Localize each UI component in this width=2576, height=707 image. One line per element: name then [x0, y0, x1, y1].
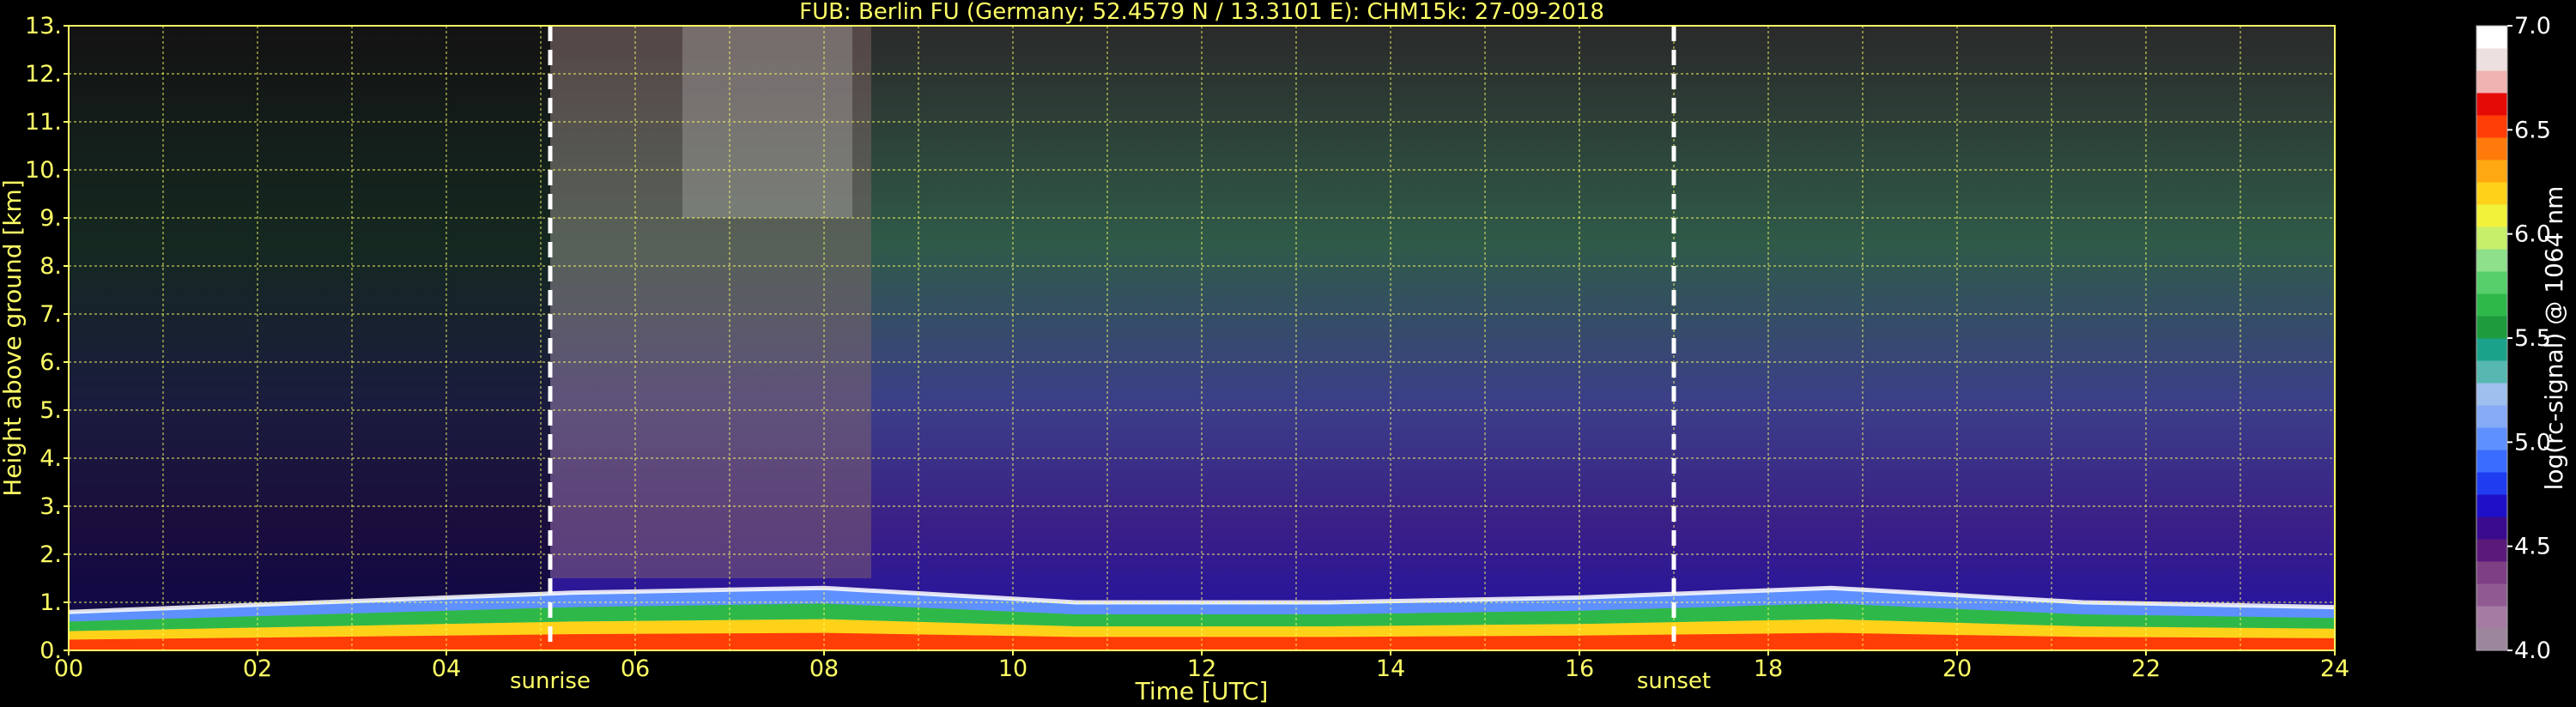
x-tick-label: 18	[1754, 656, 1783, 682]
y-tick-label: 7.	[39, 301, 62, 328]
colorbar-label: log(rc-signal) @ 1064 nm	[2540, 186, 2568, 491]
colorbar-segment	[2476, 383, 2507, 406]
colorbar-segment	[2476, 115, 2507, 138]
colorbar-segment	[2476, 405, 2507, 428]
colorbar-segment	[2476, 204, 2507, 227]
colorbar-segment	[2476, 249, 2507, 272]
x-axis-label: Time [UTC]	[1135, 677, 1269, 705]
colorbar-segment	[2476, 227, 2507, 250]
colorbar-tick-label: 4.5	[2514, 534, 2551, 560]
y-tick-label: 10.	[25, 157, 62, 184]
colorbar-segment	[2476, 450, 2507, 473]
colorbar-segment	[2476, 628, 2507, 651]
colorbar-tick-label: 7.0	[2514, 13, 2551, 39]
colorbar-segment	[2476, 182, 2507, 205]
x-tick-label: 06	[621, 656, 650, 682]
colorbar-segment	[2476, 561, 2507, 584]
colorbar-tick-label: 6.5	[2514, 117, 2551, 143]
y-tick-label: 0.	[39, 638, 62, 664]
colorbar-segment	[2476, 26, 2507, 49]
colorbar-segment	[2476, 494, 2507, 517]
y-tick-label: 8.	[39, 253, 62, 280]
colorbar-segment	[2476, 606, 2507, 629]
colorbar-segment	[2476, 93, 2507, 116]
event-label-sunset: sunset	[1637, 668, 1711, 694]
x-tick-label: 08	[809, 656, 839, 682]
x-tick-label: 10	[998, 656, 1027, 682]
colorbar-segment	[2476, 271, 2507, 294]
colorbar-segment	[2476, 137, 2507, 160]
colorbar-segment	[2476, 517, 2507, 540]
y-axis-label: Height above ground [km]	[0, 179, 27, 497]
y-tick-label: 3.	[39, 493, 62, 520]
colorbar-segment	[2476, 338, 2507, 361]
chart-title: FUB: Berlin FU (Germany; 52.4579 N / 13.…	[799, 0, 1604, 25]
y-tick-label: 2.	[39, 541, 62, 568]
event-label-sunrise: sunrise	[510, 668, 591, 694]
y-tick-label: 13.	[25, 13, 62, 39]
y-tick-label: 11.	[25, 109, 62, 136]
colorbar-segment	[2476, 160, 2507, 183]
colorbar-tick-label: 4.0	[2514, 638, 2551, 664]
colorbar-segment	[2476, 316, 2507, 339]
colorbar-segment	[2476, 583, 2507, 607]
colorbar-segment	[2476, 539, 2507, 562]
night-region	[69, 26, 550, 650]
y-tick-label: 6.	[39, 349, 62, 376]
colorbar-segment	[2476, 70, 2507, 94]
x-tick-label: 16	[1565, 656, 1594, 682]
x-tick-label: 04	[432, 656, 461, 682]
y-tick-label: 4.	[39, 445, 62, 472]
colorbar-segment	[2476, 427, 2507, 450]
colorbar-segment	[2476, 472, 2507, 495]
colorbar-segment	[2476, 48, 2507, 71]
y-tick-label: 1.	[39, 589, 62, 616]
x-tick-label: 22	[2131, 656, 2161, 682]
y-tick-label: 12.	[25, 61, 62, 88]
colorbar-segment	[2476, 360, 2507, 384]
x-tick-label: 14	[1376, 656, 1405, 682]
y-tick-label: 5.	[39, 397, 62, 424]
y-tick-label: 9.	[39, 205, 62, 232]
colorbar-segment	[2476, 293, 2507, 317]
y-axis-ticks: 0. 1. 2. 3. 4. 5. 6. 7. 8. 9. 10. 11. 12. 13.	[25, 13, 69, 664]
x-tick-label: 24	[2320, 656, 2349, 682]
chart: FUB: Berlin FU (Germany; 52.4579 N / 13.…	[0, 0, 2568, 705]
x-tick-label: 20	[1943, 656, 1972, 682]
x-tick-label: 02	[243, 656, 272, 682]
